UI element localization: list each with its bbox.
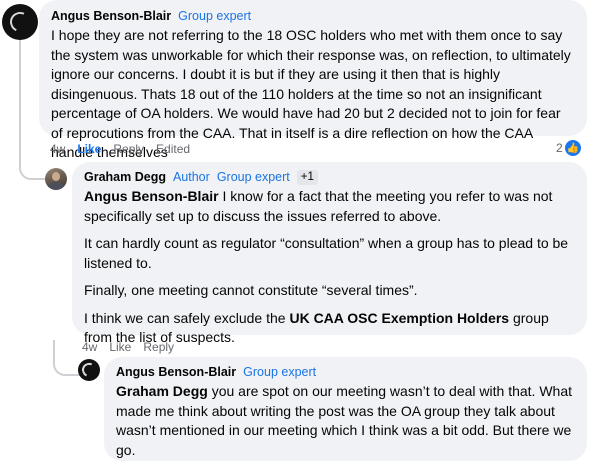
comment-header: Angus Benson-Blair Group expert — [116, 364, 575, 380]
comment-header: Angus Benson-Blair Group expert — [51, 8, 575, 24]
timestamp[interactable]: 4w — [82, 340, 97, 354]
author-name[interactable]: Angus Benson-Blair — [116, 364, 236, 380]
reply-button[interactable]: Reply — [113, 142, 144, 156]
thread-line — [19, 40, 21, 158]
comment-paragraph: It can hardly count as regulator “consul… — [84, 235, 569, 271]
comment-bubble: Angus Benson-Blair Group expert Graham D… — [104, 357, 587, 461]
avatar[interactable] — [78, 359, 100, 381]
author-name[interactable]: Angus Benson-Blair — [51, 8, 171, 24]
like-button[interactable]: Like — [109, 340, 131, 354]
comment-bubble: Angus Benson-Blair Group expert I hope t… — [39, 0, 587, 160]
comment-text: Graham Degg you are spot on our meeting … — [116, 382, 575, 460]
avatar[interactable] — [45, 168, 67, 190]
comment-header: Graham Degg Author Group expert +1 — [84, 169, 575, 185]
reaction-summary[interactable]: 2 👍 — [556, 140, 581, 156]
like-button[interactable]: Like — [77, 142, 101, 156]
thumbs-up-icon: 👍 — [564, 140, 581, 156]
paragraph-text: I think we can safely exclude the — [84, 309, 290, 326]
author-name[interactable]: Graham Degg — [84, 169, 166, 185]
comment-bubble: Graham Degg Author Group expert +1 Angus… — [72, 162, 587, 345]
group-link[interactable]: UK CAA OSC Exemption Holders — [289, 310, 509, 326]
comment-paragraph: Finally, one meeting cannot constitute “… — [84, 282, 418, 298]
thread-connector — [19, 150, 47, 180]
comment-actions: 4w Like Reply — [82, 340, 174, 354]
reaction-count: 2 — [556, 141, 563, 155]
mention-link[interactable]: Angus Benson-Blair — [84, 188, 219, 204]
more-badges[interactable]: +1 — [296, 169, 318, 185]
timestamp[interactable]: 4w — [50, 142, 65, 156]
group-expert-badge[interactable]: Group expert — [178, 8, 251, 24]
comment-paragraph: Angus Benson-Blair I know for a fact tha… — [84, 187, 575, 226]
author-badge[interactable]: Author — [173, 169, 210, 185]
edited-label[interactable]: Edited — [156, 142, 190, 156]
comment-text: Angus Benson-Blair I know for a fact tha… — [84, 187, 575, 348]
mention-link[interactable]: Graham Degg — [116, 383, 208, 399]
comment-paragraph: Graham Degg you are spot on our meeting … — [116, 382, 575, 460]
group-expert-badge[interactable]: Group expert — [243, 364, 316, 380]
reply-button[interactable]: Reply — [143, 340, 174, 354]
comment-actions: 4w Like Reply Edited — [50, 142, 190, 156]
group-expert-badge[interactable]: Group expert — [217, 169, 290, 185]
avatar[interactable] — [2, 4, 38, 40]
